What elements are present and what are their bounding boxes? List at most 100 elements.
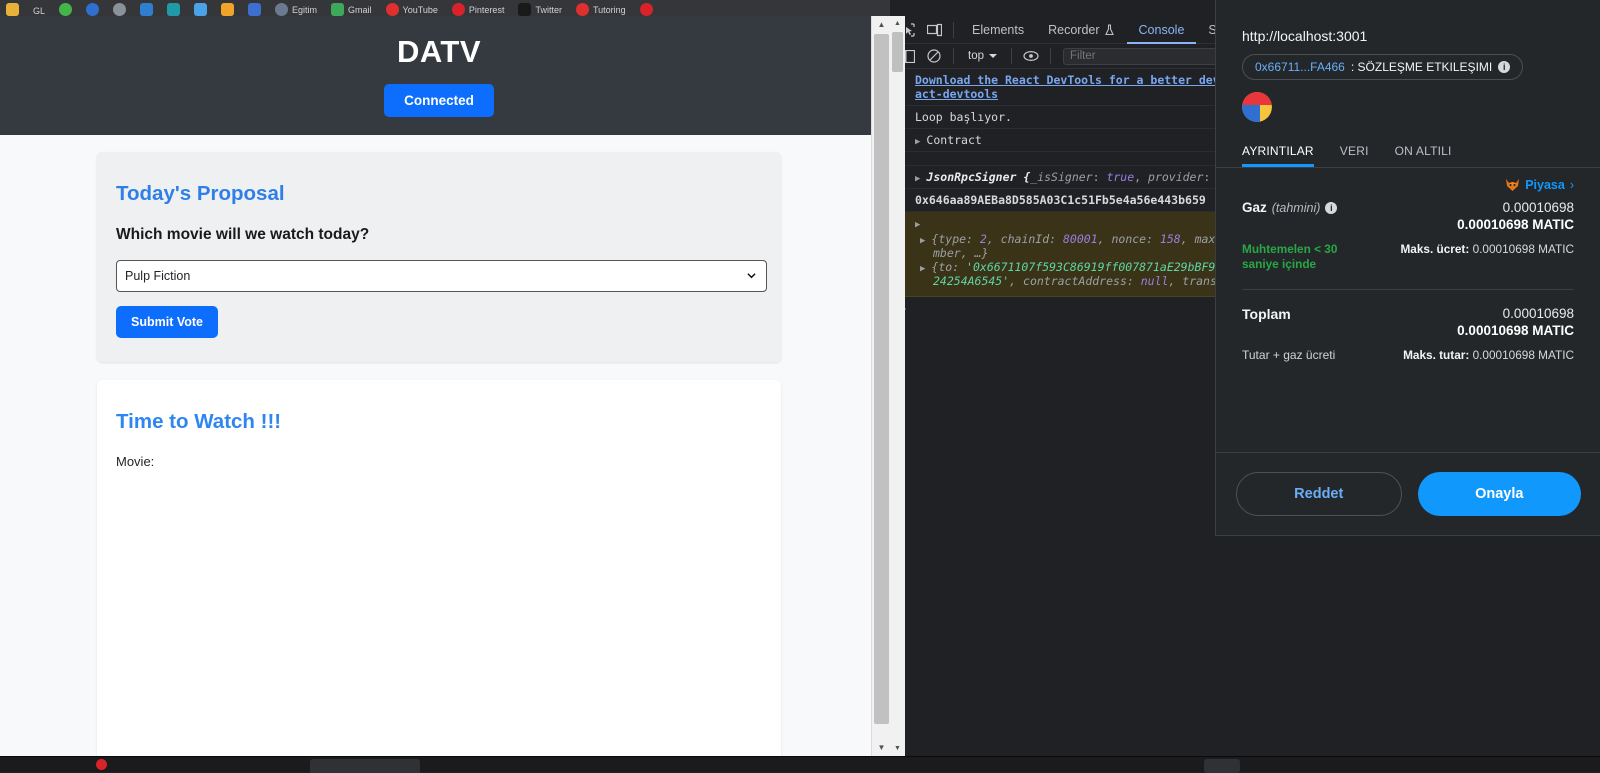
- rc-prefix: {to:: [931, 260, 966, 274]
- device-toolbar-icon[interactable]: [921, 18, 947, 42]
- proposal-card: Today's Proposal Which movie will we wat…: [97, 152, 781, 362]
- bookmark-twitter-icon: [518, 3, 531, 16]
- gas-amount-column: 0.00010698 0.00010698 MATIC: [1457, 200, 1574, 232]
- watch-card: Time to Watch !!! Movie:: [97, 380, 781, 756]
- bookmark-sphere-icon: [275, 3, 288, 16]
- devtools-tab-elements[interactable]: Elements: [960, 16, 1036, 44]
- movie-select-wrapper: Pulp Fiction: [116, 260, 767, 292]
- confirm-button[interactable]: Onayla: [1418, 472, 1582, 516]
- bookmark-item[interactable]: GL: [33, 6, 45, 16]
- devtools-scrollbar[interactable]: ▲ ▼: [890, 16, 905, 756]
- bookmark-item[interactable]: [194, 3, 207, 16]
- expand-triangle-icon[interactable]: ▶: [915, 174, 920, 184]
- bookmark-item[interactable]: Gmail: [331, 3, 372, 16]
- bookmark-item[interactable]: Egitim: [275, 3, 317, 16]
- rc-addr: '0x6671107f593C86919ff007871aE29bBF9: [966, 260, 1215, 274]
- metamask-origin: http://localhost:3001: [1242, 28, 1574, 44]
- bookmark-item[interactable]: Twitter: [518, 3, 562, 16]
- tx-line2: mber, …}: [933, 246, 988, 260]
- taskbar-active-window[interactable]: [310, 759, 420, 773]
- contract-interaction-pill[interactable]: 0x66711...FA466 : SÖZLEŞME ETKILEŞIMI i: [1242, 54, 1523, 80]
- rc-null: null: [1141, 274, 1169, 288]
- bookmark-item[interactable]: [59, 3, 72, 16]
- page-scroll-thumb[interactable]: [874, 34, 889, 724]
- page-scrollbar[interactable]: ▲ ▼: [871, 16, 890, 756]
- bookmark-item[interactable]: Pinterest: [452, 3, 505, 16]
- bookmark-item[interactable]: [113, 3, 126, 16]
- console-contract-text: Contract: [926, 133, 981, 147]
- bookmark-azure-icon: [140, 3, 153, 16]
- console-address-text: 0x646aa89AEBa8D585A03C1c51Fb5e4a56e443b6…: [915, 193, 1206, 207]
- bookmarks-bar[interactable]: GL Egitim Gmail YouTube Pinterest Twitte…: [0, 0, 890, 16]
- taskbar-tray-item[interactable]: [1204, 759, 1240, 773]
- bookmark-cyan-icon: [194, 3, 207, 16]
- bookmark-label: Tutoring: [593, 5, 626, 15]
- total-label: Toplam: [1242, 306, 1291, 322]
- reject-button[interactable]: Reddet: [1236, 472, 1402, 516]
- info-icon[interactable]: i: [1498, 61, 1510, 73]
- gas-estimate-note: (tahmini): [1272, 201, 1321, 215]
- expand-triangle-icon[interactable]: ▶: [920, 236, 925, 246]
- bookmark-item[interactable]: [640, 3, 653, 16]
- proposal-heading: Today's Proposal: [116, 182, 762, 206]
- gas-fiat-amount: 0.00010698: [1457, 200, 1574, 215]
- total-max-label: Maks. tutar:: [1403, 348, 1469, 362]
- market-link[interactable]: Piyasa ›: [1216, 168, 1600, 196]
- bookmark-label: Twitter: [535, 5, 562, 15]
- clear-console-icon[interactable]: [921, 44, 947, 68]
- tab-veri[interactable]: VERI: [1340, 136, 1369, 167]
- devtools-scroll-thumb[interactable]: [892, 32, 903, 72]
- bookmark-folder-icon: [6, 3, 19, 16]
- flask-icon: [1104, 24, 1115, 36]
- expand-triangle-icon[interactable]: ▶: [915, 137, 920, 147]
- expand-triangle-icon[interactable]: ▶: [915, 220, 920, 230]
- gas-section: Gaz (tahmini) i 0.00010698 0.00010698 MA…: [1216, 196, 1600, 273]
- expand-triangle-icon[interactable]: ▶: [920, 264, 925, 274]
- metamask-tabs: AYRINTILAR VERI ON ALTILI: [1216, 136, 1600, 168]
- proposal-question: Which movie will we watch today?: [116, 226, 762, 244]
- os-taskbar[interactable]: [0, 756, 1600, 772]
- bookmark-item[interactable]: [221, 3, 234, 16]
- taskbar-icon-red[interactable]: [96, 759, 107, 770]
- scroll-down-icon[interactable]: ▼: [872, 739, 891, 756]
- console-context-selector[interactable]: top: [960, 50, 1005, 62]
- connect-wallet-button[interactable]: Connected: [384, 84, 494, 117]
- total-crypto-amount: 0.00010698 MATIC: [1457, 323, 1574, 338]
- bookmark-green-icon: [59, 3, 72, 16]
- bookmark-item[interactable]: Tutoring: [576, 3, 626, 16]
- bookmark-label: YouTube: [403, 5, 438, 15]
- scroll-up-icon[interactable]: ▲: [872, 16, 891, 33]
- console-signer-val1: true: [1106, 170, 1134, 184]
- chevron-right-icon: ›: [1570, 178, 1574, 192]
- tab-ayrintilar[interactable]: AYRINTILAR: [1242, 136, 1314, 167]
- devtools-tab-recorder[interactable]: Recorder: [1036, 16, 1126, 44]
- metamask-header: http://localhost:3001 0x66711...FA466 : …: [1216, 0, 1600, 122]
- bookmark-item[interactable]: YouTube: [386, 3, 438, 16]
- submit-vote-button[interactable]: Submit Vote: [116, 306, 218, 338]
- gas-info-icon[interactable]: i: [1325, 202, 1337, 214]
- bookmark-item[interactable]: [167, 3, 180, 16]
- tx-nonce: 158: [1160, 232, 1181, 246]
- movie-select[interactable]: Pulp Fiction: [116, 260, 767, 292]
- tab-on-altili[interactable]: ON ALTILI: [1395, 136, 1452, 167]
- bookmark-pinterest-icon: [452, 3, 465, 16]
- console-react-devtools-line1[interactable]: Download the React DevTools for a better…: [915, 73, 1220, 87]
- bookmark-item[interactable]: [248, 3, 261, 16]
- console-react-devtools-line2[interactable]: act-devtools: [915, 87, 998, 101]
- bookmark-item[interactable]: [140, 3, 153, 16]
- bookmark-item[interactable]: [86, 3, 99, 16]
- scroll-up-icon[interactable]: ▲: [890, 16, 905, 31]
- total-fiat-amount: 0.00010698: [1457, 306, 1574, 321]
- bookmark-item[interactable]: [6, 3, 19, 16]
- total-amount-column: 0.00010698 0.00010698 MATIC: [1457, 306, 1574, 338]
- total-sub-label: Tutar + gaz ücreti: [1242, 348, 1335, 362]
- rc-key: , contractAddress:: [1009, 274, 1141, 288]
- chevron-down-icon: [989, 53, 997, 59]
- live-expression-eye-icon[interactable]: [1018, 44, 1044, 68]
- scroll-down-icon[interactable]: ▼: [890, 741, 905, 756]
- bookmark-label: Pinterest: [469, 5, 505, 15]
- total-subrow: Tutar + gaz ücreti Maks. tutar: 0.000106…: [1242, 348, 1574, 362]
- console-signer-name: JsonRpcSigner {: [926, 170, 1030, 184]
- rc-addr2: 24254A6545': [933, 274, 1009, 288]
- devtools-tab-console[interactable]: Console: [1127, 16, 1197, 44]
